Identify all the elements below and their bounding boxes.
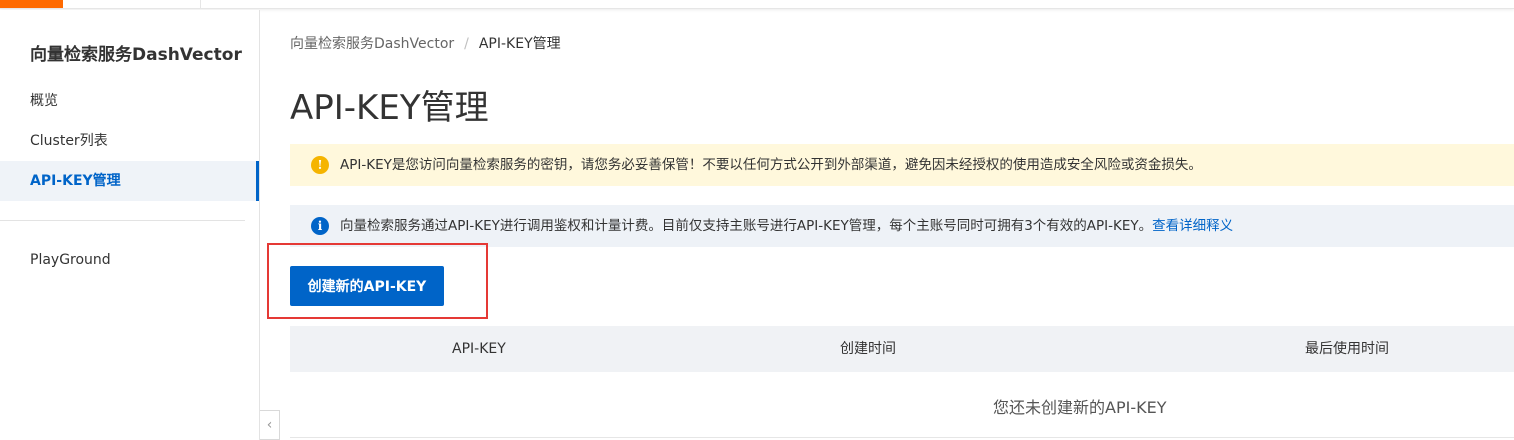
sidebar: 向量检索服务DashVector 概览 Cluster列表 API-KEY管理 … [0, 10, 260, 440]
breadcrumb-link-dashvector[interactable]: 向量检索服务DashVector [290, 36, 454, 52]
warning-alert: ! API-KEY是您访问向量检索服务的密钥，请您务必妥善保管！不要以任何方式公… [290, 144, 1514, 186]
breadcrumb-current: API-KEY管理 [478, 36, 561, 52]
table-header: API-KEY 创建时间 最后使用时间 [290, 326, 1514, 372]
column-header-last-used-time: 最后使用时间 [1305, 341, 1389, 357]
chevron-left-icon: ‹ [266, 417, 273, 433]
sidebar-item-playground[interactable]: PlayGround [0, 240, 259, 280]
api-key-table: API-KEY 创建时间 最后使用时间 您还未创建新的API-KEY [290, 326, 1514, 440]
info-alert-text: 向量检索服务通过API-KEY进行调用鉴权和计量计费。目前仅支持主账号进行API… [340, 218, 1153, 234]
breadcrumb: 向量检索服务DashVector / API-KEY管理 [290, 33, 561, 53]
table-empty-state: 您还未创建新的API-KEY [290, 372, 1514, 438]
sidebar-item-cluster-list[interactable]: Cluster列表 [0, 121, 259, 161]
sidebar-divider [0, 220, 245, 221]
sidebar-title: 向量检索服务DashVector [30, 45, 242, 65]
brand-logo[interactable] [0, 0, 63, 8]
info-alert: i 向量检索服务通过API-KEY进行调用鉴权和计量计费。目前仅支持主账号进行A… [290, 205, 1514, 247]
sidebar-collapse-button[interactable]: ‹ [260, 410, 280, 440]
page-title: API-KEY管理 [290, 88, 489, 128]
top-nav-bar [0, 0, 1514, 9]
info-icon: i [311, 217, 329, 235]
warning-alert-text: API-KEY是您访问向量检索服务的密钥，请您务必妥善保管！不要以任何方式公开到… [340, 157, 1202, 173]
sidebar-item-api-key-management[interactable]: API-KEY管理 [0, 161, 259, 201]
breadcrumb-separator: / [464, 36, 469, 52]
column-header-created-time: 创建时间 [840, 341, 896, 357]
main-content: 向量检索服务DashVector / API-KEY管理 API-KEY管理 ! A… [267, 10, 1514, 440]
nav-divider [200, 0, 201, 8]
column-header-api-key: API-KEY [452, 341, 506, 357]
create-api-key-button[interactable]: 创建新的API-KEY [290, 266, 444, 306]
empty-state-text: 您还未创建新的API-KEY [993, 398, 1167, 417]
view-details-link[interactable]: 查看详细释义 [1152, 218, 1233, 234]
sidebar-item-overview[interactable]: 概览 [0, 81, 259, 121]
warning-icon: ! [311, 156, 329, 174]
